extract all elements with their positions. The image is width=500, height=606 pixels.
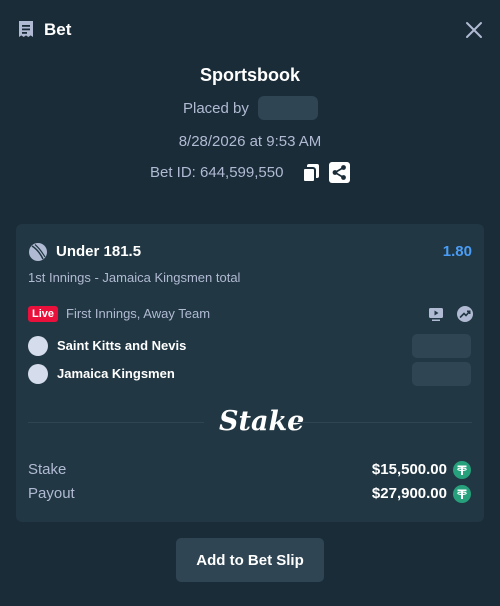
trend-icon[interactable]	[456, 305, 474, 323]
bet-slip-icon	[19, 21, 33, 37]
usdt-icon	[453, 485, 471, 503]
hidden-username[interactable]	[258, 96, 318, 120]
team-ball-icon	[28, 336, 48, 356]
bet-card: Under 181.5 1.80 1st Innings - Jamaica K…	[16, 224, 484, 522]
stake-value: $15,500.00	[371, 461, 447, 478]
live-badge: Live	[28, 306, 59, 322]
team-score	[412, 362, 471, 386]
payout-value: $27,900.00	[371, 485, 447, 502]
team-name[interactable]: Saint Kitts and Nevis	[57, 336, 186, 356]
bet-datetime: 8/28/2026 at 9:53 AM	[178, 133, 322, 150]
payout-label: Payout	[28, 485, 75, 502]
stake-label: Stake	[28, 461, 67, 478]
modal-header: Bet	[0, 0, 500, 60]
divider	[28, 422, 204, 423]
add-to-bet-slip-button[interactable]: Add to Bet Slip	[176, 538, 324, 582]
placed-by-label: Placed by	[183, 100, 249, 117]
match-status: First Innings, Away Team	[66, 306, 211, 321]
market-subtitle[interactable]: 1st Innings - Jamaica Kingsmen total	[28, 269, 240, 287]
share-icon[interactable]	[329, 162, 350, 183]
team-name[interactable]: Jamaica Kingsmen	[57, 364, 175, 384]
copy-icon[interactable]	[302, 163, 320, 183]
divider	[296, 422, 472, 423]
cricket-ball-icon	[29, 243, 47, 261]
tv-icon[interactable]	[428, 306, 444, 322]
team-score	[412, 334, 471, 358]
team-ball-icon	[28, 364, 48, 384]
market-title: Under 181.5	[56, 243, 142, 260]
bet-id: Bet ID: 644,599,550	[150, 164, 284, 181]
odds-value: 1.80	[442, 243, 472, 260]
stake-logo: Stake	[219, 406, 305, 437]
usdt-icon	[453, 461, 471, 479]
sportsbook-title: Sportsbook	[199, 65, 300, 85]
close-icon[interactable]	[463, 19, 485, 41]
modal-title: Bet	[44, 20, 72, 39]
